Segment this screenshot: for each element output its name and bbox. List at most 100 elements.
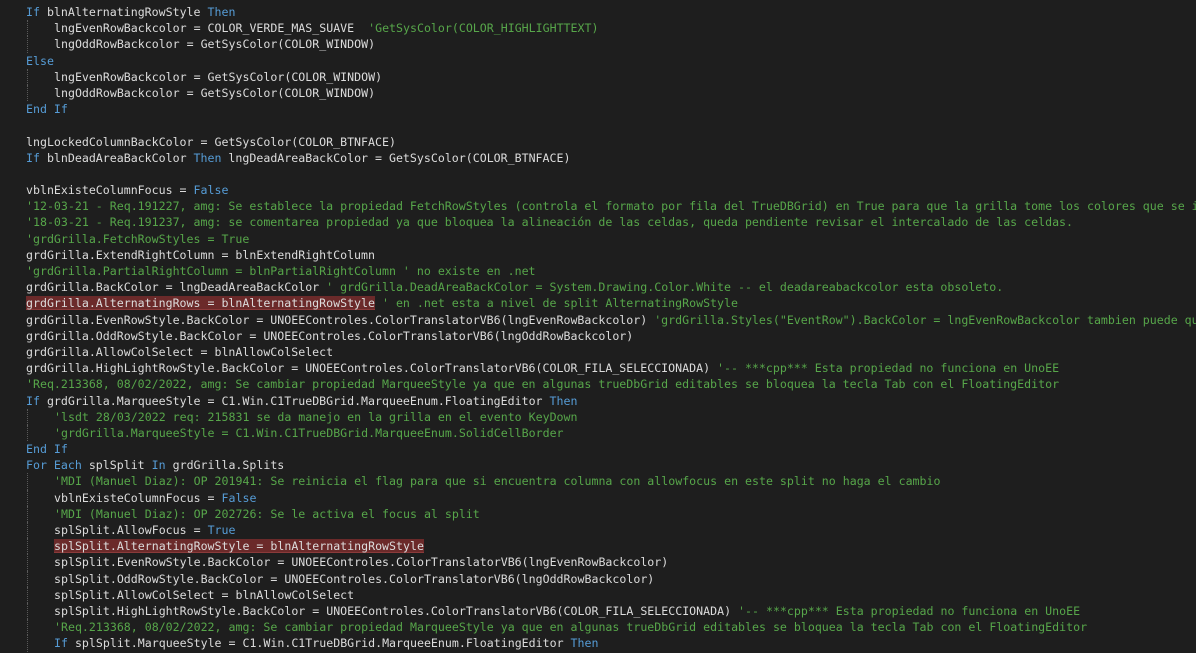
code-line[interactable]: vblnExisteColumnFocus = False [26, 182, 1196, 198]
code-line-content: splSplit.EvenRowStyle.BackColor = UNOEEC… [26, 555, 668, 569]
code-line[interactable]: If blnAlternatingRowStyle Then [26, 4, 1196, 20]
code-line-content: lngOddRowBackcolor = GetSysColor(COLOR_W… [26, 37, 375, 51]
code-line[interactable]: lngEvenRowBackcolor = GetSysColor(COLOR_… [26, 68, 1196, 85]
highlighted-code: splSplit.AlternatingRowStyle = blnAltern… [54, 539, 424, 554]
code-comment: '-- ***cpp*** Esta propiedad no funciona… [738, 603, 1081, 618]
code-text: splSplit.MarqueeStyle = C1.Win.C1TrueDBG… [67, 636, 571, 651]
code-keyword: Then [207, 5, 236, 19]
code-comment: 'grdGrilla.FetchRowStyles = True [26, 231, 250, 246]
code-line[interactable] [26, 117, 1196, 133]
code-text: splSplit.AllowFocus = [54, 523, 208, 537]
code-line[interactable]: lngOddRowBackcolor = GetSysColor(COLOR_W… [26, 36, 1196, 53]
code-line[interactable]: If blnDeadAreaBackColor Then lngDeadArea… [26, 150, 1196, 166]
code-text: grdGrilla.HighLightRowStyle.BackColor = … [26, 361, 718, 376]
code-text: grdGrilla.AllowColSelect = blnAllowColSe… [26, 344, 334, 359]
code-keyword: Then [570, 636, 599, 651]
code-line[interactable]: splSplit.OddRowStyle.BackColor = UNOEECo… [26, 570, 1196, 587]
code-text: grdGrilla.ExtendRightColumn = blnExtendR… [26, 247, 376, 262]
code-line-content: grdGrilla.AllowColSelect = blnAllowColSe… [26, 345, 333, 359]
code-line[interactable]: 'grdGrilla.MarqueeStyle = C1.Win.C1TrueD… [26, 424, 1196, 442]
code-line-content: '18-03-21 - Req.191237, amg: se comentar… [26, 215, 1073, 229]
indent-guide [27, 505, 28, 522]
code-line[interactable] [26, 166, 1196, 182]
code-line[interactable]: lngLockedColumnBackColor = GetSysColor(C… [26, 134, 1196, 150]
code-line[interactable]: 'MDI (Manuel Diaz): OP 202726: Se le act… [26, 505, 1196, 522]
code-text: grdGrilla.BackColor = lngDeadAreaBackCol… [26, 280, 327, 295]
code-line-content: For Each splSplit In grdGrilla.Splits [26, 458, 284, 472]
code-line-content: 'MDI (Manuel Diaz): OP 202726: Se le act… [26, 507, 480, 521]
code-line[interactable]: vblnExisteColumnFocus = False [26, 489, 1196, 506]
code-comment: '18-03-21 - Req.191237, amg: se comentar… [26, 215, 1074, 230]
code-line-content: splSplit.AllowFocus = True [26, 523, 235, 537]
code-line[interactable]: End If [26, 441, 1196, 457]
code-line-content: If blnDeadAreaBackColor Then lngDeadArea… [26, 151, 570, 165]
code-editor[interactable]: If blnAlternatingRowStyle Then lngEvenRow… [0, 0, 1196, 653]
code-line-content: splSplit.HighLightRowStyle.BackColor = U… [26, 604, 1080, 618]
code-line-content: 'grdGrilla.MarqueeStyle = C1.Win.C1TrueD… [26, 426, 564, 440]
code-line[interactable]: grdGrilla.AlternatingRows = blnAlternati… [26, 295, 1196, 311]
code-keyword: Then [193, 150, 222, 165]
code-line[interactable]: 'Req.213368, 08/02/2022, amg: Se cambiar… [26, 619, 1196, 636]
indent-guide [27, 538, 28, 555]
code-line[interactable]: grdGrilla.BackColor = lngDeadAreaBackCol… [26, 279, 1196, 295]
code-line-content: grdGrilla.AlternatingRows = blnAlternati… [26, 296, 738, 311]
code-line[interactable]: End If [26, 101, 1196, 117]
code-text: blnAlternatingRowStyle [39, 5, 208, 19]
code-text: splSplit.OddRowStyle.BackColor = UNOEECo… [54, 571, 655, 586]
code-text: lngOddRowBackcolor = GetSysColor(COLOR_W… [54, 37, 376, 52]
code-line[interactable]: '18-03-21 - Req.191237, amg: se comentar… [26, 214, 1196, 230]
code-line[interactable]: lngEvenRowBackcolor = COLOR_VERDE_MAS_SU… [26, 20, 1196, 37]
code-line[interactable]: grdGrilla.AllowColSelect = blnAllowColSe… [26, 344, 1196, 360]
code-line[interactable]: lngOddRowBackcolor = GetSysColor(COLOR_W… [26, 84, 1196, 102]
code-line[interactable]: grdGrilla.EvenRowStyle.BackColor = UNOEE… [26, 312, 1196, 328]
code-text: vblnExisteColumnFocus = [54, 490, 222, 505]
code-comment: 'Req.213368, 08/02/2022, amg: Se cambiar… [54, 620, 1088, 635]
code-keyword: End If [26, 102, 68, 117]
indent-guide [27, 586, 28, 603]
indent-guide [27, 619, 28, 636]
code-line[interactable]: 'lsdt 28/03/2022 req: 215831 se da manej… [26, 408, 1196, 425]
code-keyword: If [54, 636, 68, 651]
code-keyword: If [26, 5, 40, 19]
code-line-content: End If [26, 102, 68, 116]
code-lines[interactable]: If blnAlternatingRowStyle Then lngEvenRow… [26, 4, 1196, 652]
code-text: grdGrilla.MarqueeStyle = C1.Win.C1TrueDB… [39, 393, 550, 408]
code-line[interactable]: 'grdGrilla.PartialRightColumn = blnParti… [26, 263, 1196, 279]
code-comment: 'MDI (Manuel Diaz): OP 202726: Se le act… [54, 506, 480, 521]
code-line[interactable]: splSplit.AllowColSelect = blnAllowColSel… [26, 586, 1196, 603]
code-line-content: grdGrilla.OddRowStyle.BackColor = UNOEEC… [26, 329, 633, 343]
code-line[interactable]: grdGrilla.OddRowStyle.BackColor = UNOEEC… [26, 328, 1196, 344]
code-line-content: splSplit.AlternatingRowStyle = blnAltern… [26, 539, 424, 554]
code-keyword: False [221, 490, 257, 505]
code-line-content: splSplit.OddRowStyle.BackColor = UNOEECo… [26, 572, 654, 586]
code-text: lngEvenRowBackcolor = GetSysColor(COLOR_… [54, 69, 383, 84]
code-line[interactable]: splSplit.EvenRowStyle.BackColor = UNOEEC… [26, 554, 1196, 571]
code-keyword: If [26, 393, 40, 408]
code-line[interactable]: If grdGrilla.MarqueeStyle = C1.Win.C1Tru… [26, 393, 1196, 409]
code-line-content: grdGrilla.HighLightRowStyle.BackColor = … [26, 361, 1059, 375]
code-comment: '-- ***cpp*** Esta propiedad no funciona… [717, 361, 1060, 376]
code-line[interactable]: Else [26, 53, 1196, 69]
code-keyword: If [26, 150, 40, 165]
indent-guide [27, 36, 28, 53]
code-comment: ' grdGrilla.DeadAreaBackColor = System.D… [326, 280, 1004, 295]
code-line[interactable]: '12-03-21 - Req.191227, amg: Se establec… [26, 198, 1196, 214]
code-line[interactable]: splSplit.AllowFocus = True [26, 522, 1196, 539]
code-line-content: If blnAlternatingRowStyle Then [26, 5, 235, 19]
indent-guide [27, 84, 28, 102]
code-text: lngLockedColumnBackColor = GetSysColor(C… [26, 134, 396, 149]
code-text: lngOddRowBackcolor = GetSysColor(COLOR_W… [54, 85, 376, 100]
code-line[interactable]: 'Req.213368, 08/02/2022, amg: Se cambiar… [26, 376, 1196, 392]
code-line-content: If grdGrilla.MarqueeStyle = C1.Win.C1Tru… [26, 394, 577, 408]
code-line[interactable]: For Each splSplit In grdGrilla.Splits [26, 457, 1196, 473]
code-line[interactable]: 'grdGrilla.FetchRowStyles = True [26, 231, 1196, 247]
indent-guide [27, 602, 28, 620]
code-line[interactable]: If splSplit.MarqueeStyle = C1.Win.C1True… [26, 635, 1196, 652]
code-keyword: True [207, 523, 236, 537]
code-line[interactable]: splSplit.AlternatingRowStyle = blnAltern… [26, 538, 1196, 555]
code-line[interactable]: 'MDI (Manuel Diaz): OP 201941: Se reinic… [26, 473, 1196, 490]
code-line[interactable]: splSplit.HighLightRowStyle.BackColor = U… [26, 602, 1196, 620]
code-line-content: lngOddRowBackcolor = GetSysColor(COLOR_W… [26, 86, 375, 100]
code-line[interactable]: grdGrilla.HighLightRowStyle.BackColor = … [26, 360, 1196, 376]
code-line[interactable]: grdGrilla.ExtendRightColumn = blnExtendR… [26, 247, 1196, 263]
